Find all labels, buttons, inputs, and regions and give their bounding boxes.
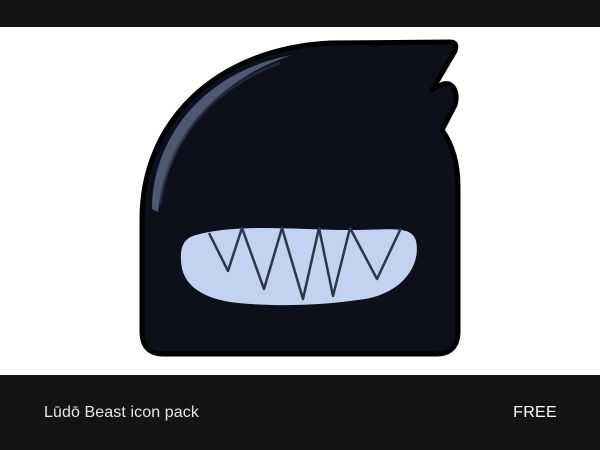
footer-bar: Lūdō Beast icon pack FREE	[0, 375, 600, 450]
beast-icon	[139, 39, 461, 357]
beast-body	[139, 39, 461, 357]
icon-preview[interactable]	[0, 27, 600, 375]
page-frame: Lūdō Beast icon pack FREE	[0, 0, 600, 450]
pack-title[interactable]: Lūdō Beast icon pack	[44, 404, 199, 422]
price-label[interactable]: FREE	[513, 404, 557, 422]
top-bar	[0, 0, 600, 27]
